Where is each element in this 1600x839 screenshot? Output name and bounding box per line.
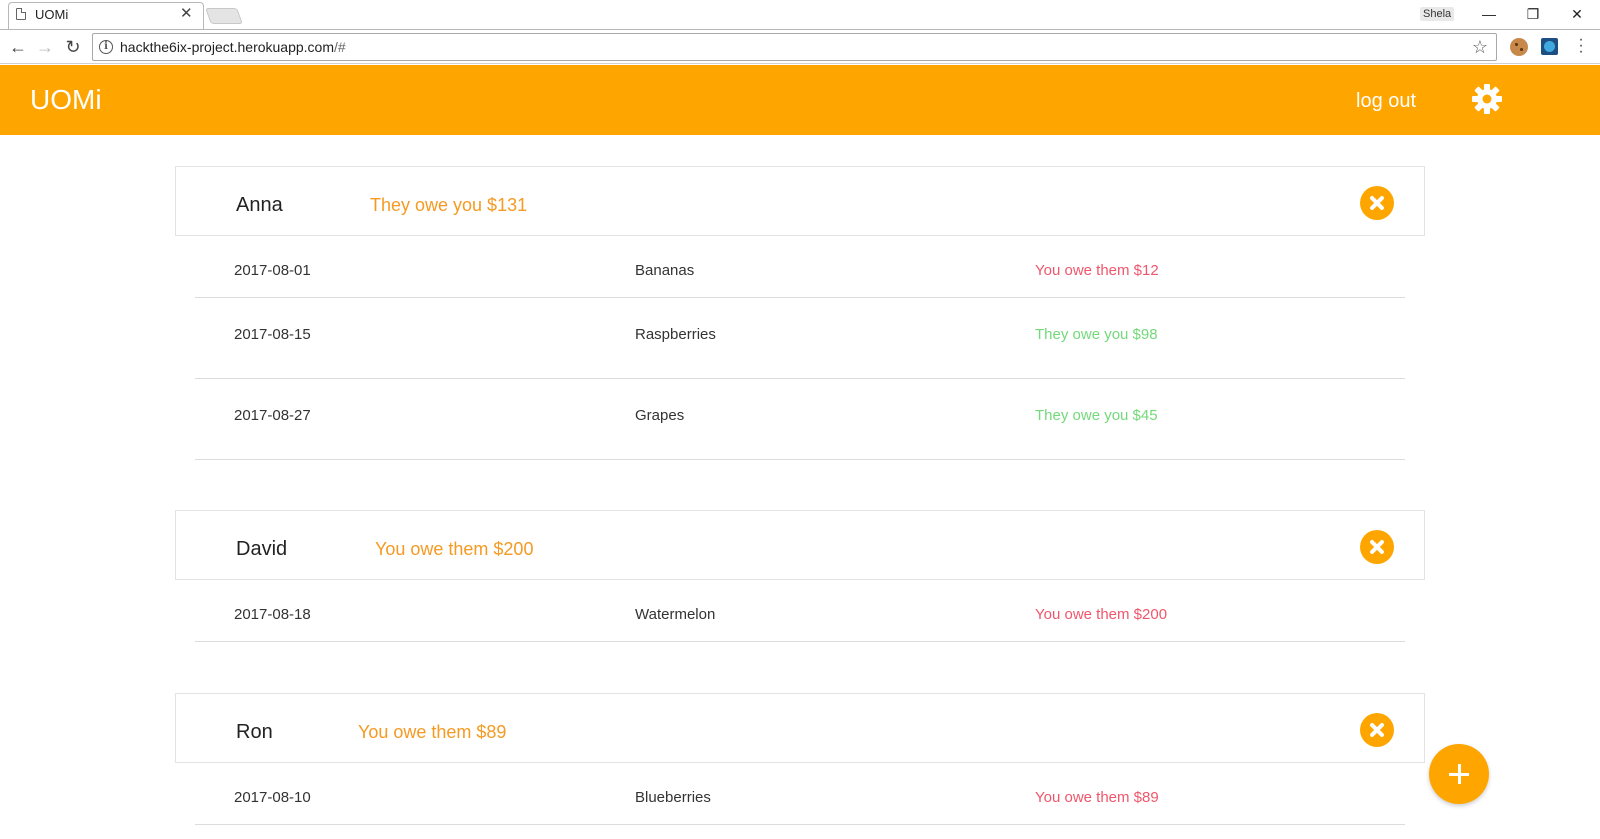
delete-group-button[interactable] xyxy=(1360,530,1394,564)
url-host: hackthe6ix-project.herokuapp.com xyxy=(120,39,335,55)
close-tab-icon[interactable]: ✕ xyxy=(180,6,193,21)
transaction-item: Watermelon xyxy=(635,606,716,623)
app-title[interactable]: UOMi xyxy=(30,84,102,116)
transaction-row: 2017-08-01 Bananas You owe them $12 xyxy=(195,236,1405,298)
person-name: Ron xyxy=(236,721,273,743)
group-header: Anna They owe you $131 xyxy=(175,166,1425,236)
bookmark-star-icon[interactable]: ☆ xyxy=(1472,37,1488,58)
url-path: /# xyxy=(334,39,346,55)
transaction-date: 2017-08-10 xyxy=(234,789,311,806)
add-debt-button[interactable] xyxy=(1429,744,1489,804)
forward-arrow-icon[interactable]: → xyxy=(33,35,57,59)
browser-menu-icon[interactable]: · · · xyxy=(1578,32,1584,60)
person-name: David xyxy=(236,538,288,560)
app-header: UOMi log out xyxy=(0,65,1600,135)
group-header: David You owe them $200 xyxy=(175,510,1425,580)
profile-name[interactable]: Shela xyxy=(1420,7,1455,21)
transaction-item: Bananas xyxy=(635,262,695,279)
back-arrow-icon[interactable]: ← xyxy=(6,35,30,59)
page-icon xyxy=(16,8,26,20)
minimize-icon[interactable]: — xyxy=(1474,3,1504,25)
group-total: You owe them $200 xyxy=(375,539,534,559)
transaction-amount: You owe them $200 xyxy=(1035,606,1168,623)
transaction-row: 2017-08-18 Watermelon You owe them $200 xyxy=(195,580,1405,642)
browser-tab-content[interactable]: UOMi xyxy=(16,0,206,28)
debt-group-david: David You owe them $200 2017-08-18 Water… xyxy=(175,510,1425,642)
browser-tab-strip: UOMi ✕ Shela — ❐ ✕ xyxy=(0,0,1600,30)
delete-group-button[interactable] xyxy=(1360,713,1394,747)
transaction-amount: You owe them $12 xyxy=(1035,262,1159,279)
transaction-date: 2017-08-27 xyxy=(234,407,311,424)
transaction-item: Grapes xyxy=(635,407,685,424)
new-tab-button[interactable] xyxy=(205,8,243,24)
transaction-date: 2017-08-18 xyxy=(234,606,311,623)
globe-extension-icon[interactable] xyxy=(1541,38,1558,55)
delete-group-button[interactable] xyxy=(1360,186,1394,220)
transaction-date: 2017-08-01 xyxy=(234,262,311,279)
group-header: Ron You owe them $89 xyxy=(175,693,1425,763)
cookie-extension-icon[interactable] xyxy=(1510,38,1528,56)
transaction-item: Blueberries xyxy=(635,789,711,806)
close-window-icon[interactable]: ✕ xyxy=(1562,3,1592,25)
debt-group-anna: Anna They owe you $131 2017-08-01 Banana… xyxy=(175,166,1425,460)
transaction-amount: They owe you $98 xyxy=(1035,326,1158,343)
site-info-icon[interactable]: i xyxy=(99,40,113,54)
group-total: They owe you $131 xyxy=(370,195,528,215)
transaction-row: 2017-08-10 Blueberries You owe them $89 xyxy=(195,763,1405,825)
tab-title: UOMi xyxy=(35,6,69,22)
transaction-amount: They owe you $45 xyxy=(1035,407,1158,424)
logout-link[interactable]: log out xyxy=(1356,90,1416,113)
gear-icon[interactable] xyxy=(1471,83,1503,115)
restore-icon[interactable]: ❐ xyxy=(1518,3,1548,25)
group-total: You owe them $89 xyxy=(358,722,507,742)
person-name: Anna xyxy=(236,194,283,216)
reload-icon[interactable]: ↻ xyxy=(61,35,85,59)
transaction-item: Raspberries xyxy=(635,326,716,343)
address-bar[interactable]: i hackthe6ix-project.herokuapp.com/# ☆ xyxy=(92,33,1497,61)
transaction-date: 2017-08-15 xyxy=(234,326,311,343)
transaction-row: 2017-08-15 Raspberries They owe you $98 xyxy=(195,298,1405,379)
debt-group-ron: Ron You owe them $89 2017-08-10 Blueberr… xyxy=(175,693,1425,825)
browser-toolbar: ← → ↻ i hackthe6ix-project.herokuapp.com… xyxy=(0,30,1600,64)
transaction-row: 2017-08-27 Grapes They owe you $45 xyxy=(195,379,1405,460)
transaction-amount: You owe them $89 xyxy=(1035,789,1159,806)
url-text[interactable]: hackthe6ix-project.herokuapp.com/# xyxy=(120,39,346,55)
